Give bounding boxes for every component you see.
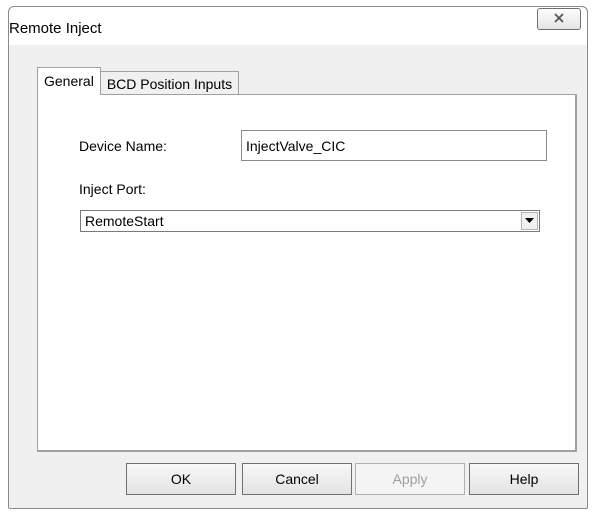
dialog-window: Remote Inject General BCD Position Input… <box>8 6 588 509</box>
window-title: Remote Inject <box>9 20 102 37</box>
dialog-client-area: General BCD Position Inputs Device Name:… <box>18 45 579 499</box>
tab-panel-general: Device Name: Inject Port: RemoteStart <box>37 94 577 452</box>
inject-port-label: Inject Port: <box>79 181 146 197</box>
inject-port-dropdown[interactable]: RemoteStart <box>80 210 540 232</box>
title-bar[interactable]: Remote Inject <box>9 7 587 45</box>
close-button[interactable] <box>537 8 581 30</box>
ok-button[interactable]: OK <box>126 463 236 495</box>
tab-strip: General BCD Position Inputs <box>37 67 240 95</box>
close-x-icon <box>553 11 565 27</box>
device-name-input[interactable] <box>241 130 547 161</box>
device-name-label: Device Name: <box>79 138 167 154</box>
tab-general[interactable]: General <box>37 67 101 95</box>
help-button[interactable]: Help <box>469 463 579 495</box>
apply-button[interactable]: Apply <box>355 463 465 495</box>
cancel-button[interactable]: Cancel <box>242 463 352 495</box>
dialog-button-row: OK Cancel Apply Help <box>18 463 579 497</box>
dropdown-arrow-icon[interactable] <box>521 212 538 230</box>
inject-port-value: RemoteStart <box>85 213 164 229</box>
tab-bcd-position-inputs[interactable]: BCD Position Inputs <box>99 71 240 95</box>
